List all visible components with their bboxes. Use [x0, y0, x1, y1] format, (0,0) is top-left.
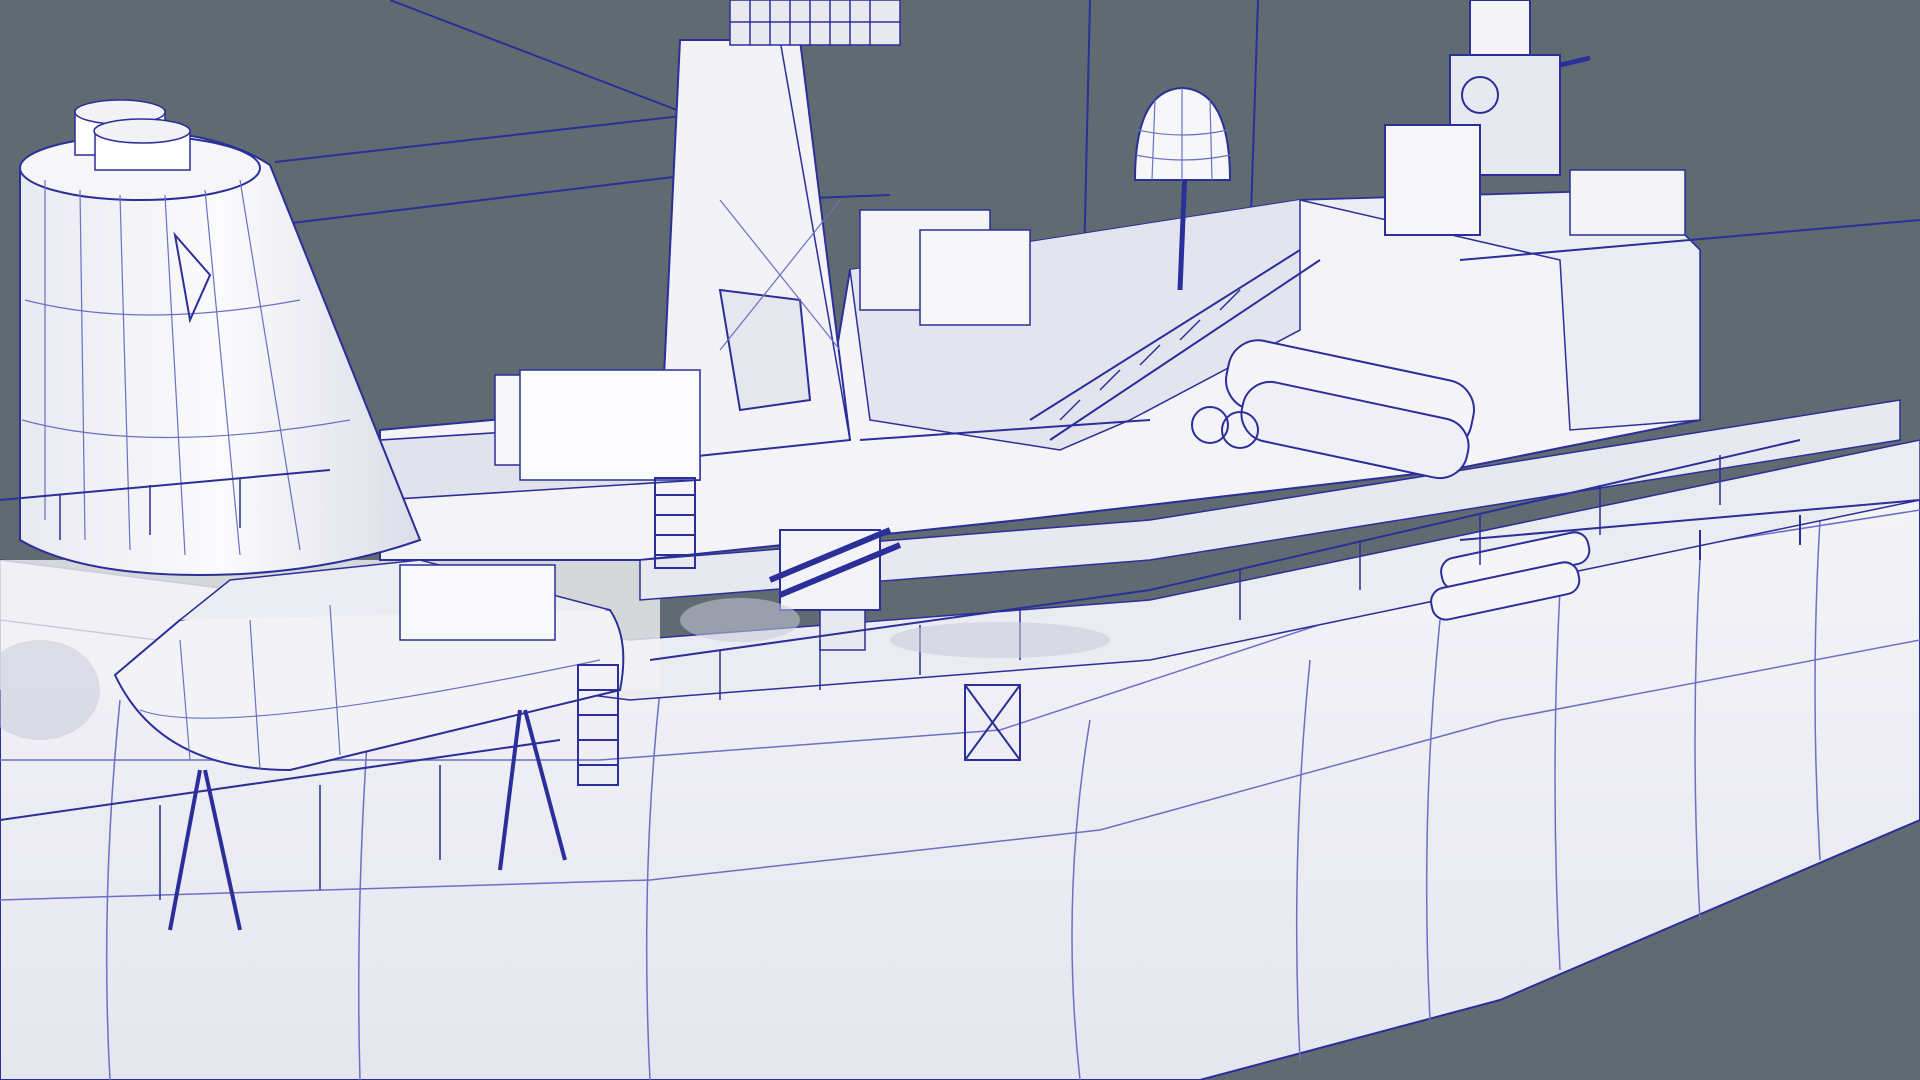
ship-wireframe-render	[0, 0, 1920, 1080]
render-canvas	[0, 0, 1920, 1080]
radar-antenna	[729, 0, 901, 46]
